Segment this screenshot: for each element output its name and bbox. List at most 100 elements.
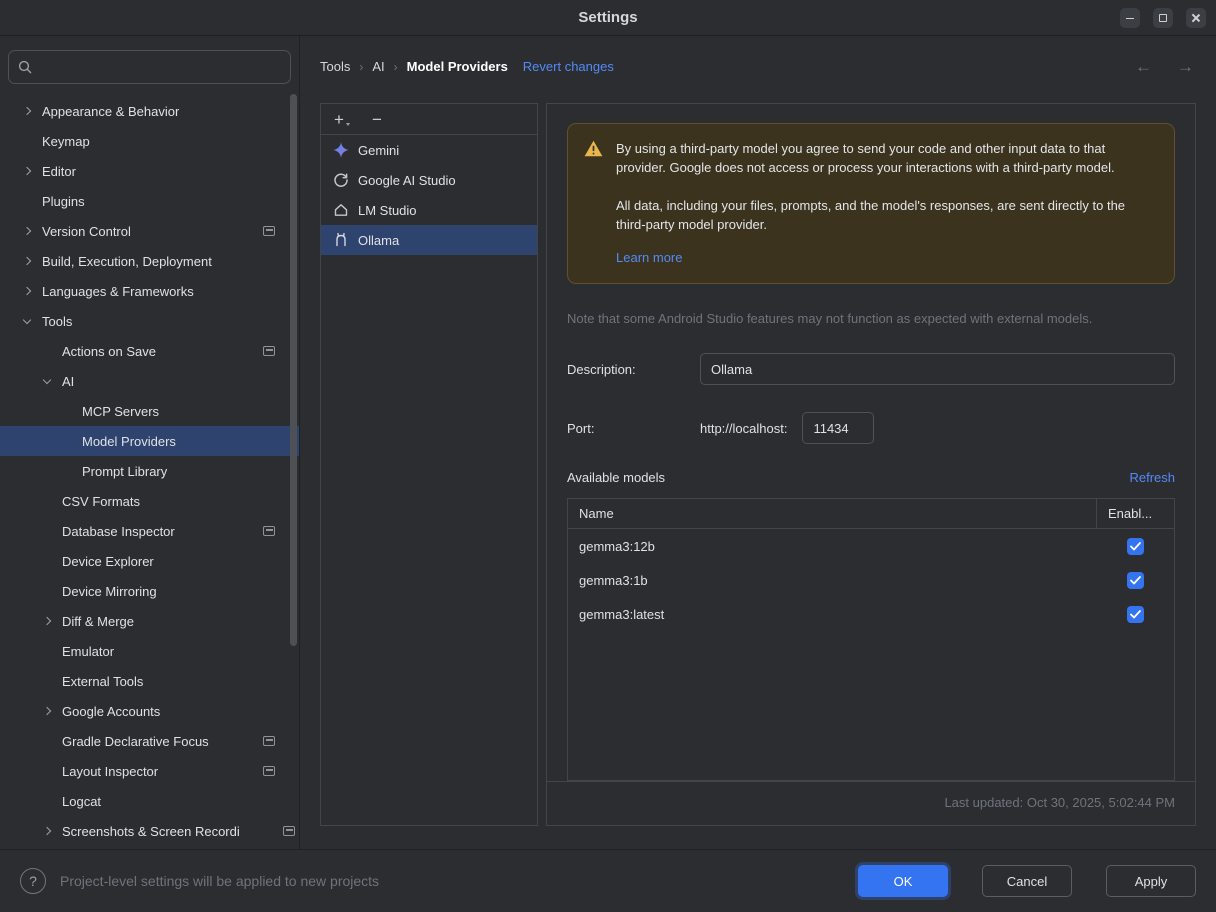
learn-more-link[interactable]: Learn more <box>616 248 682 267</box>
model-enabled-checkbox[interactable] <box>1127 606 1144 623</box>
revert-changes-link[interactable]: Revert changes <box>523 59 614 74</box>
warning-paragraph-2: All data, including your files, prompts,… <box>616 196 1158 234</box>
provider-list-panel: + − Gemini Google AI Studio LM Studio <box>320 103 538 826</box>
sidebar-item-editor[interactable]: Editor <box>0 156 299 186</box>
model-row-gemma3-latest[interactable]: gemma3:latest <box>568 597 1174 631</box>
dialog-footer: ? Project-level settings will be applied… <box>0 849 1216 912</box>
add-provider-button[interactable]: + <box>334 111 350 128</box>
sidebar-item-google-accounts[interactable]: Google Accounts <box>0 696 299 726</box>
per-project-settings-icon <box>263 736 275 746</box>
sidebar-item-actions-on-save[interactable]: Actions on Save <box>0 336 299 366</box>
close-button[interactable] <box>1186 8 1206 28</box>
refresh-link[interactable]: Refresh <box>1129 470 1175 485</box>
sidebar-item-build-execution-deployment[interactable]: Build, Execution, Deployment <box>0 246 299 276</box>
sidebar-item-version-control[interactable]: Version Control <box>0 216 299 246</box>
ok-button[interactable]: OK <box>858 865 948 897</box>
model-enabled-checkbox[interactable] <box>1127 538 1144 555</box>
chevron-right-icon[interactable] <box>43 707 51 715</box>
sidebar-item-mcp-servers[interactable]: MCP Servers <box>0 396 299 426</box>
model-name: gemma3:1b <box>568 573 1096 588</box>
provider-list-toolbar: + − <box>321 104 537 135</box>
settings-tree: Appearance & Behavior Keymap Editor Plug… <box>0 96 299 846</box>
provider-item-lm-studio[interactable]: LM Studio <box>321 195 537 225</box>
sidebar-item-emulator[interactable]: Emulator <box>0 636 299 666</box>
sidebar-item-keymap[interactable]: Keymap <box>0 126 299 156</box>
sidebar-item-screenshots-screen-recording[interactable]: Screenshots & Screen Recordi <box>0 816 299 846</box>
model-row-gemma3-1b[interactable]: gemma3:1b <box>568 563 1174 597</box>
per-project-settings-icon <box>263 526 275 536</box>
description-input[interactable] <box>700 353 1175 385</box>
search-input[interactable] <box>39 59 281 76</box>
lm-studio-icon <box>333 202 349 218</box>
settings-search-box[interactable] <box>8 50 291 84</box>
last-updated: Last updated: Oct 30, 2025, 5:02:44 PM <box>547 781 1195 825</box>
sidebar-item-csv-formats[interactable]: CSV Formats <box>0 486 299 516</box>
breadcrumb-ai[interactable]: AI <box>372 59 384 74</box>
column-header-name: Name <box>568 499 1096 528</box>
breadcrumb-separator-icon: › <box>359 60 363 74</box>
minimize-button[interactable] <box>1120 8 1140 28</box>
sidebar-item-plugins[interactable]: Plugins <box>0 186 299 216</box>
chevron-right-icon[interactable] <box>43 827 51 835</box>
remove-provider-button[interactable]: − <box>372 111 382 128</box>
chevron-right-icon[interactable] <box>23 227 31 235</box>
chevron-right-icon[interactable] <box>23 287 31 295</box>
chevron-right-icon[interactable] <box>43 617 51 625</box>
sidebar-item-prompt-library[interactable]: Prompt Library <box>0 456 299 486</box>
sidebar-item-device-mirroring[interactable]: Device Mirroring <box>0 576 299 606</box>
chevron-right-icon[interactable] <box>23 107 31 115</box>
provider-item-ollama[interactable]: Ollama <box>321 225 537 255</box>
sidebar-item-model-providers[interactable]: Model Providers <box>0 426 299 456</box>
maximize-icon <box>1159 14 1167 22</box>
available-models-row: Available models Refresh <box>567 470 1175 485</box>
provider-item-google-ai-studio[interactable]: Google AI Studio <box>321 165 537 195</box>
chevron-right-icon[interactable] <box>23 167 31 175</box>
chevron-down-icon[interactable] <box>43 375 51 383</box>
sidebar-item-languages-frameworks[interactable]: Languages & Frameworks <box>0 276 299 306</box>
window-controls <box>1120 8 1206 28</box>
model-name: gemma3:12b <box>568 539 1096 554</box>
port-input[interactable] <box>802 412 874 444</box>
sidebar-item-database-inspector[interactable]: Database Inspector <box>0 516 299 546</box>
sidebar-item-logcat[interactable]: Logcat <box>0 786 299 816</box>
add-dropdown-caret-icon <box>346 123 350 126</box>
available-models-label: Available models <box>567 470 665 485</box>
settings-sidebar: Appearance & Behavior Keymap Editor Plug… <box>0 36 300 849</box>
sidebar-item-diff-merge[interactable]: Diff & Merge <box>0 606 299 636</box>
sidebar-item-appearance-behavior[interactable]: Appearance & Behavior <box>0 96 299 126</box>
external-models-note: Note that some Android Studio features m… <box>567 311 1175 326</box>
sidebar-item-layout-inspector[interactable]: Layout Inspector <box>0 756 299 786</box>
sidebar-item-device-explorer[interactable]: Device Explorer <box>0 546 299 576</box>
ollama-icon <box>333 232 349 248</box>
model-row-gemma3-12b[interactable]: gemma3:12b <box>568 529 1174 563</box>
third-party-warning-banner: By using a third-party model you agree t… <box>567 123 1175 284</box>
provider-details-panel: By using a third-party model you agree t… <box>546 103 1196 826</box>
per-project-settings-icon <box>263 226 275 236</box>
sidebar-item-tools[interactable]: Tools <box>0 306 299 336</box>
sidebar-scrollbar[interactable] <box>290 94 297 646</box>
settings-main: Tools › AI › Model Providers Revert chan… <box>300 36 1216 849</box>
sidebar-item-gradle-declarative-focus[interactable]: Gradle Declarative Focus <box>0 726 299 756</box>
model-enabled-checkbox[interactable] <box>1127 572 1144 589</box>
models-table-header: Name Enabl... <box>568 499 1174 529</box>
search-icon <box>18 60 32 74</box>
breadcrumb-tools[interactable]: Tools <box>320 59 350 74</box>
sidebar-item-external-tools[interactable]: External Tools <box>0 666 299 696</box>
forward-arrow-icon[interactable]: → <box>1177 57 1194 77</box>
description-label: Description: <box>567 362 700 377</box>
port-label: Port: <box>567 421 700 436</box>
provider-item-gemini[interactable]: Gemini <box>321 135 537 165</box>
help-button[interactable]: ? <box>20 868 46 894</box>
window-title: Settings <box>578 9 637 26</box>
back-arrow-icon[interactable]: ← <box>1135 57 1152 77</box>
cancel-button[interactable]: Cancel <box>982 865 1072 897</box>
breadcrumb: Tools › AI › Model Providers Revert chan… <box>300 36 1216 103</box>
chevron-down-icon[interactable] <box>23 315 31 323</box>
maximize-button[interactable] <box>1153 8 1173 28</box>
warning-icon <box>584 140 603 157</box>
apply-button[interactable]: Apply <box>1106 865 1196 897</box>
chevron-right-icon[interactable] <box>23 257 31 265</box>
sidebar-item-ai[interactable]: AI <box>0 366 299 396</box>
breadcrumb-model-providers: Model Providers <box>407 59 508 74</box>
description-row: Description: <box>567 353 1175 385</box>
